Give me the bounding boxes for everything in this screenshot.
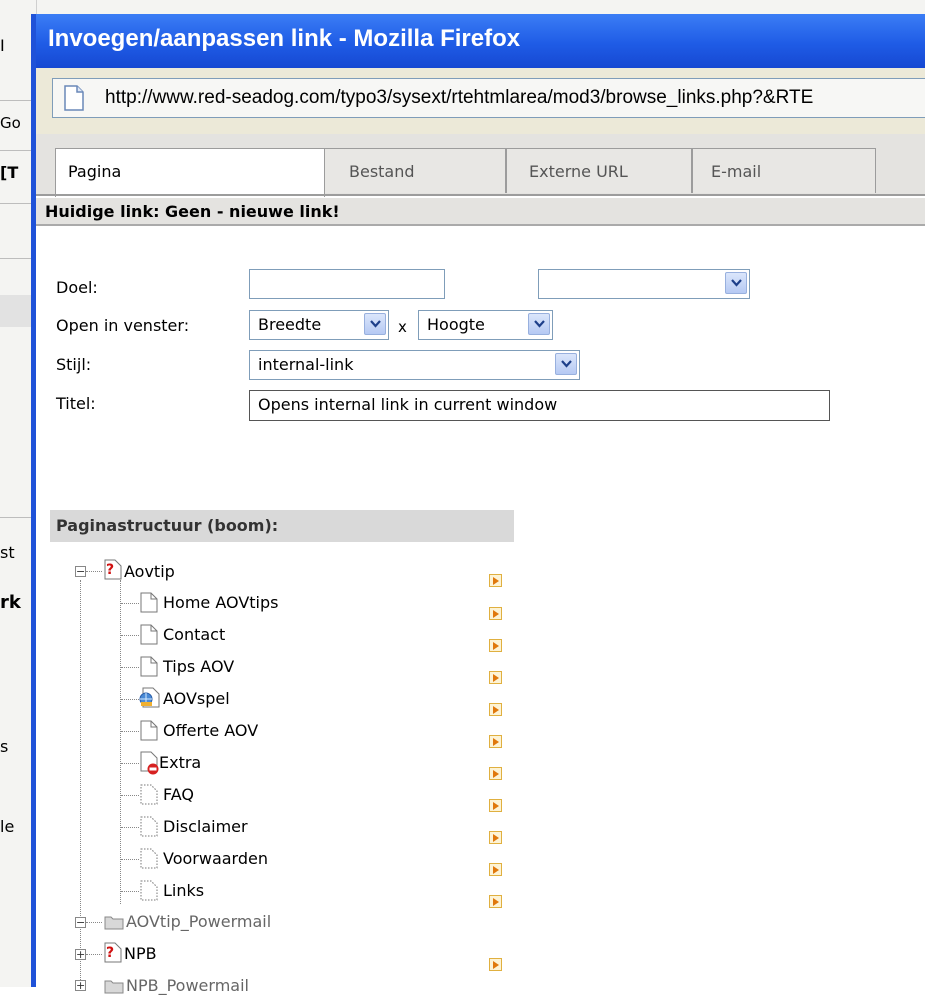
width-select[interactable]: Breedte — [249, 310, 389, 340]
style-label: Stijl: — [56, 355, 92, 374]
bg-fragment: [T — [0, 163, 19, 182]
tree-guide — [120, 580, 121, 904]
question-page-icon[interactable]: ? — [104, 559, 122, 580]
tab-pagina[interactable]: Pagina — [55, 148, 325, 197]
url-field[interactable]: http://www.red-seadog.com/typo3/sysext/r… — [52, 78, 925, 118]
window-title: Invoegen/aanpassen link - Mozilla Firefo… — [48, 25, 521, 52]
chevron-down-icon[interactable] — [528, 313, 550, 335]
target-label: Doel: — [56, 278, 98, 297]
select-arrow-icon[interactable] — [489, 767, 502, 780]
tree-guide — [121, 635, 139, 636]
tree-guide — [121, 827, 139, 828]
link-dialog-window: Invoegen/aanpassen link - Mozilla Firefo… — [31, 14, 925, 995]
tab-divider — [36, 194, 925, 196]
select-arrow-icon[interactable] — [489, 863, 502, 876]
target-input[interactable] — [249, 269, 445, 299]
folder-icon[interactable] — [104, 978, 124, 994]
bg-fragment: I — [0, 36, 5, 55]
background-toolbar — [0, 0, 925, 14]
url-text: http://www.red-seadog.com/typo3/sysext/r… — [105, 87, 814, 108]
bg-fragment: rk — [0, 592, 21, 613]
tree-guide — [121, 891, 139, 892]
tab-externe-url[interactable]: Externe URL — [506, 148, 692, 193]
folder-icon[interactable] — [104, 914, 124, 930]
page-tree-title: Paginastructuur (boom): — [56, 516, 279, 535]
collapse-icon[interactable]: − — [75, 917, 86, 928]
tree-guide — [121, 699, 139, 700]
address-bar: http://www.red-seadog.com/typo3/sysext/r… — [36, 68, 925, 134]
height-select[interactable]: Hoogte — [418, 310, 553, 340]
current-link-text: Huidige link: Geen - nieuwe link! — [45, 202, 340, 221]
tab-label: Externe URL — [529, 162, 628, 181]
select-arrow-icon[interactable] — [489, 831, 502, 844]
tab-label: Bestand — [349, 162, 415, 181]
page-icon[interactable] — [140, 624, 158, 645]
tree-guide — [86, 954, 102, 955]
select-arrow-icon[interactable] — [489, 895, 502, 908]
page-icon[interactable] — [140, 656, 158, 677]
select-arrow-icon[interactable] — [489, 703, 502, 716]
tab-email[interactable]: E-mail — [692, 148, 876, 193]
tab-label: E-mail — [711, 162, 762, 181]
chevron-down-icon[interactable] — [555, 353, 577, 375]
title-input[interactable]: Opens internal link in current window — [249, 390, 830, 421]
hidden-page-icon[interactable] — [140, 751, 160, 775]
title-bar[interactable]: Invoegen/aanpassen link - Mozilla Firefo… — [36, 14, 925, 68]
collapse-icon[interactable]: − — [75, 566, 86, 577]
tree-guide — [121, 603, 139, 604]
tab-bar: Pagina Bestand Externe URL E-mail — [36, 134, 925, 197]
bg-fragment: Go — [0, 114, 21, 132]
svg-text:?: ? — [106, 562, 114, 578]
size-separator: x — [398, 318, 407, 336]
bg-fragment: s — [0, 737, 9, 756]
question-page-icon[interactable]: ? — [104, 942, 122, 963]
tab-bestand[interactable]: Bestand — [324, 148, 506, 193]
page-icon[interactable] — [140, 592, 158, 613]
tree-guide — [121, 731, 139, 732]
dotted-page-icon[interactable] — [140, 816, 158, 837]
tree-guide — [121, 763, 139, 764]
window-label: Open in venster: — [56, 316, 190, 335]
title-label: Titel: — [56, 394, 96, 413]
select-arrow-icon[interactable] — [489, 958, 502, 971]
tree-guide — [121, 795, 139, 796]
tree-guide — [121, 859, 139, 860]
select-arrow-icon[interactable] — [489, 639, 502, 652]
dotted-page-icon[interactable] — [140, 784, 158, 805]
select-arrow-icon[interactable] — [489, 607, 502, 620]
dotted-page-icon[interactable] — [140, 848, 158, 869]
tree-guide — [86, 571, 102, 572]
tab-label: Pagina — [68, 162, 122, 181]
page-tree-header: Paginastructuur (boom): — [50, 510, 514, 542]
svg-text:?: ? — [106, 945, 114, 961]
expand-icon[interactable]: + — [75, 980, 86, 991]
select-arrow-icon[interactable] — [489, 574, 502, 587]
select-arrow-icon[interactable] — [489, 735, 502, 748]
select-arrow-icon[interactable] — [489, 799, 502, 812]
target-select[interactable] — [538, 269, 750, 299]
chevron-down-icon[interactable] — [725, 272, 747, 294]
bg-fragment: st — [0, 543, 15, 562]
expand-icon[interactable]: + — [75, 949, 86, 960]
bg-fragment: le — [0, 817, 15, 836]
chevron-down-icon[interactable] — [364, 313, 386, 335]
tree-guide — [86, 922, 102, 923]
current-link-bar: Huidige link: Geen - nieuwe link! — [36, 198, 925, 226]
globe-page-icon[interactable] — [138, 687, 160, 708]
dotted-page-icon[interactable] — [140, 880, 158, 901]
style-select[interactable]: internal-link — [249, 350, 580, 380]
tree-guide — [121, 667, 139, 668]
page-icon[interactable] — [140, 720, 158, 741]
document-icon — [64, 85, 84, 111]
select-arrow-icon[interactable] — [489, 671, 502, 684]
